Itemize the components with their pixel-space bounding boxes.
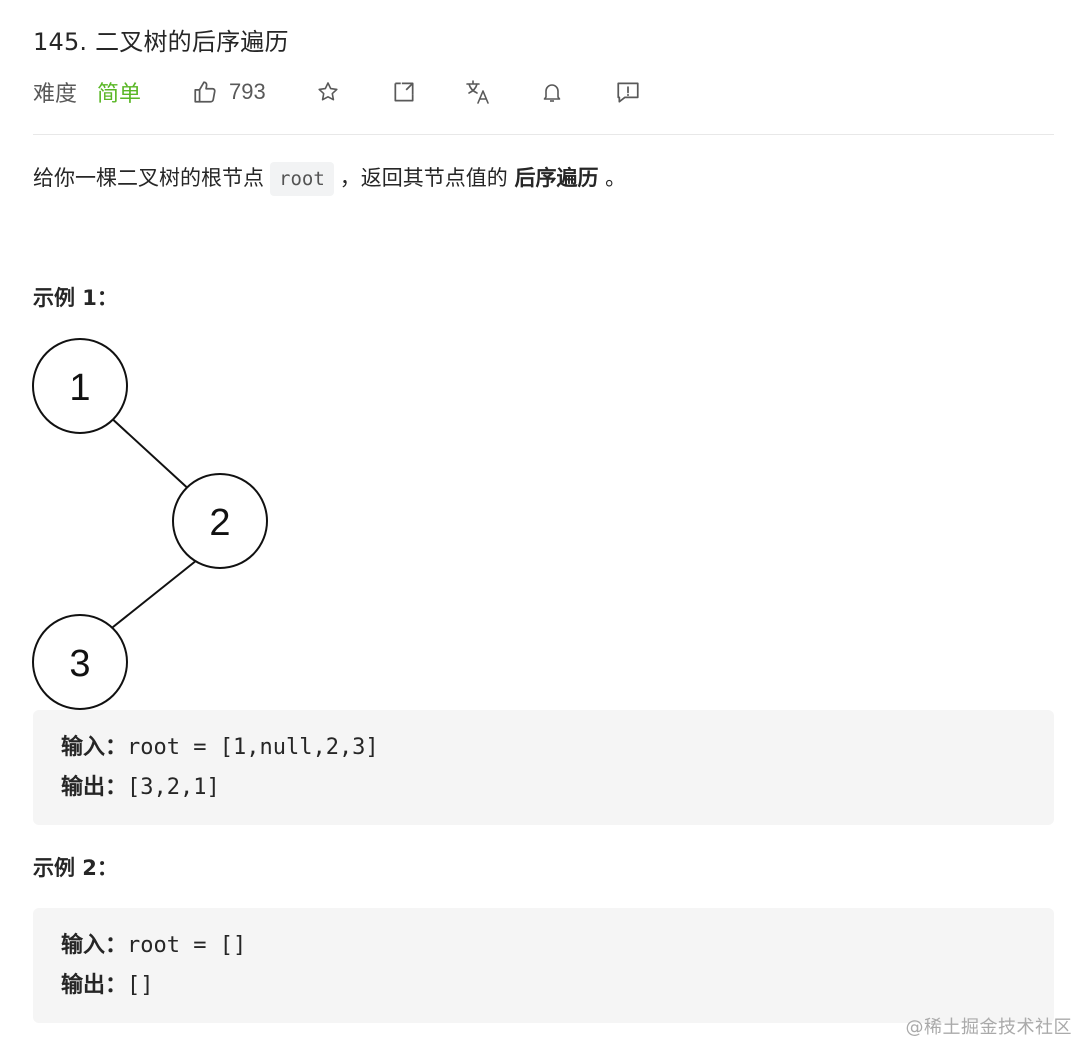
like-count: 793 <box>229 79 266 104</box>
output-label: 输出： <box>61 775 128 800</box>
input-label: 输入： <box>61 735 128 760</box>
example-2-input-line: 输入：root = [] <box>61 926 1026 966</box>
example-1-input-line: 输入：root = [1,null,2,3] <box>61 728 1026 768</box>
example-2-code-block: 输入：root = [] 输出：[] <box>33 908 1054 1023</box>
difficulty-label: 难度 <box>33 82 78 107</box>
description-bold: 后序遍历 <box>514 166 599 190</box>
tree-node-3-label: 3 <box>69 643 90 685</box>
notification-button[interactable] <box>538 78 566 106</box>
output-value: [] <box>127 973 154 998</box>
tree-node-2-label: 2 <box>209 502 230 544</box>
problem-description: 给你一棵二叉树的根节点 root ，返回其节点值的 后序遍历 。 <box>33 158 626 198</box>
feedback-button[interactable] <box>614 78 642 106</box>
header-divider <box>33 134 1054 135</box>
favorite-button[interactable] <box>314 78 342 106</box>
problem-meta-bar: 难度 简单 793 <box>33 72 642 112</box>
example-1-tree-diagram: 1 2 3 <box>32 338 268 710</box>
example-1-title: 示例 1： <box>33 286 118 310</box>
input-value: root = [1,null,2,3] <box>127 735 379 760</box>
input-value: root = [] <box>127 933 247 958</box>
bell-icon <box>543 84 561 102</box>
translate-button[interactable] <box>464 78 492 106</box>
problem-page: 145. 二叉树的后序遍历 难度 简单 793 给你一棵二叉树的根节点 root… <box>0 0 1080 1043</box>
difficulty-badge: 简单 <box>97 82 142 107</box>
tree-edge-1-2 <box>107 414 194 494</box>
example-2-title: 示例 2： <box>33 856 118 880</box>
example-1-output-line: 输出：[3,2,1] <box>61 768 1026 808</box>
description-suffix: 。 <box>605 166 627 190</box>
thumbs-up-icon <box>191 78 219 106</box>
translate-icon <box>465 80 489 104</box>
description-middle: ，返回其节点值的 <box>339 166 508 190</box>
feedback-icon <box>617 82 639 103</box>
example-2-output-line: 输出：[] <box>61 966 1026 1006</box>
star-icon <box>318 82 338 101</box>
output-label: 输出： <box>61 973 128 998</box>
example-1-code-block: 输入：root = [1,null,2,3] 输出：[3,2,1] <box>33 710 1054 825</box>
like-button[interactable]: 793 <box>191 78 266 106</box>
inline-code-root: root <box>270 162 334 196</box>
tree-node-1-label: 1 <box>69 367 90 409</box>
watermark: @稀土掘金技术社区 <box>905 1017 1072 1038</box>
description-prefix: 给你一棵二叉树的根节点 <box>33 166 264 190</box>
problem-title: 145. 二叉树的后序遍历 <box>33 28 289 56</box>
share-icon <box>394 82 414 102</box>
share-button[interactable] <box>390 78 418 106</box>
output-value: [3,2,1] <box>127 775 220 800</box>
tree-edge-2-3 <box>107 559 198 632</box>
input-label: 输入： <box>61 933 128 958</box>
